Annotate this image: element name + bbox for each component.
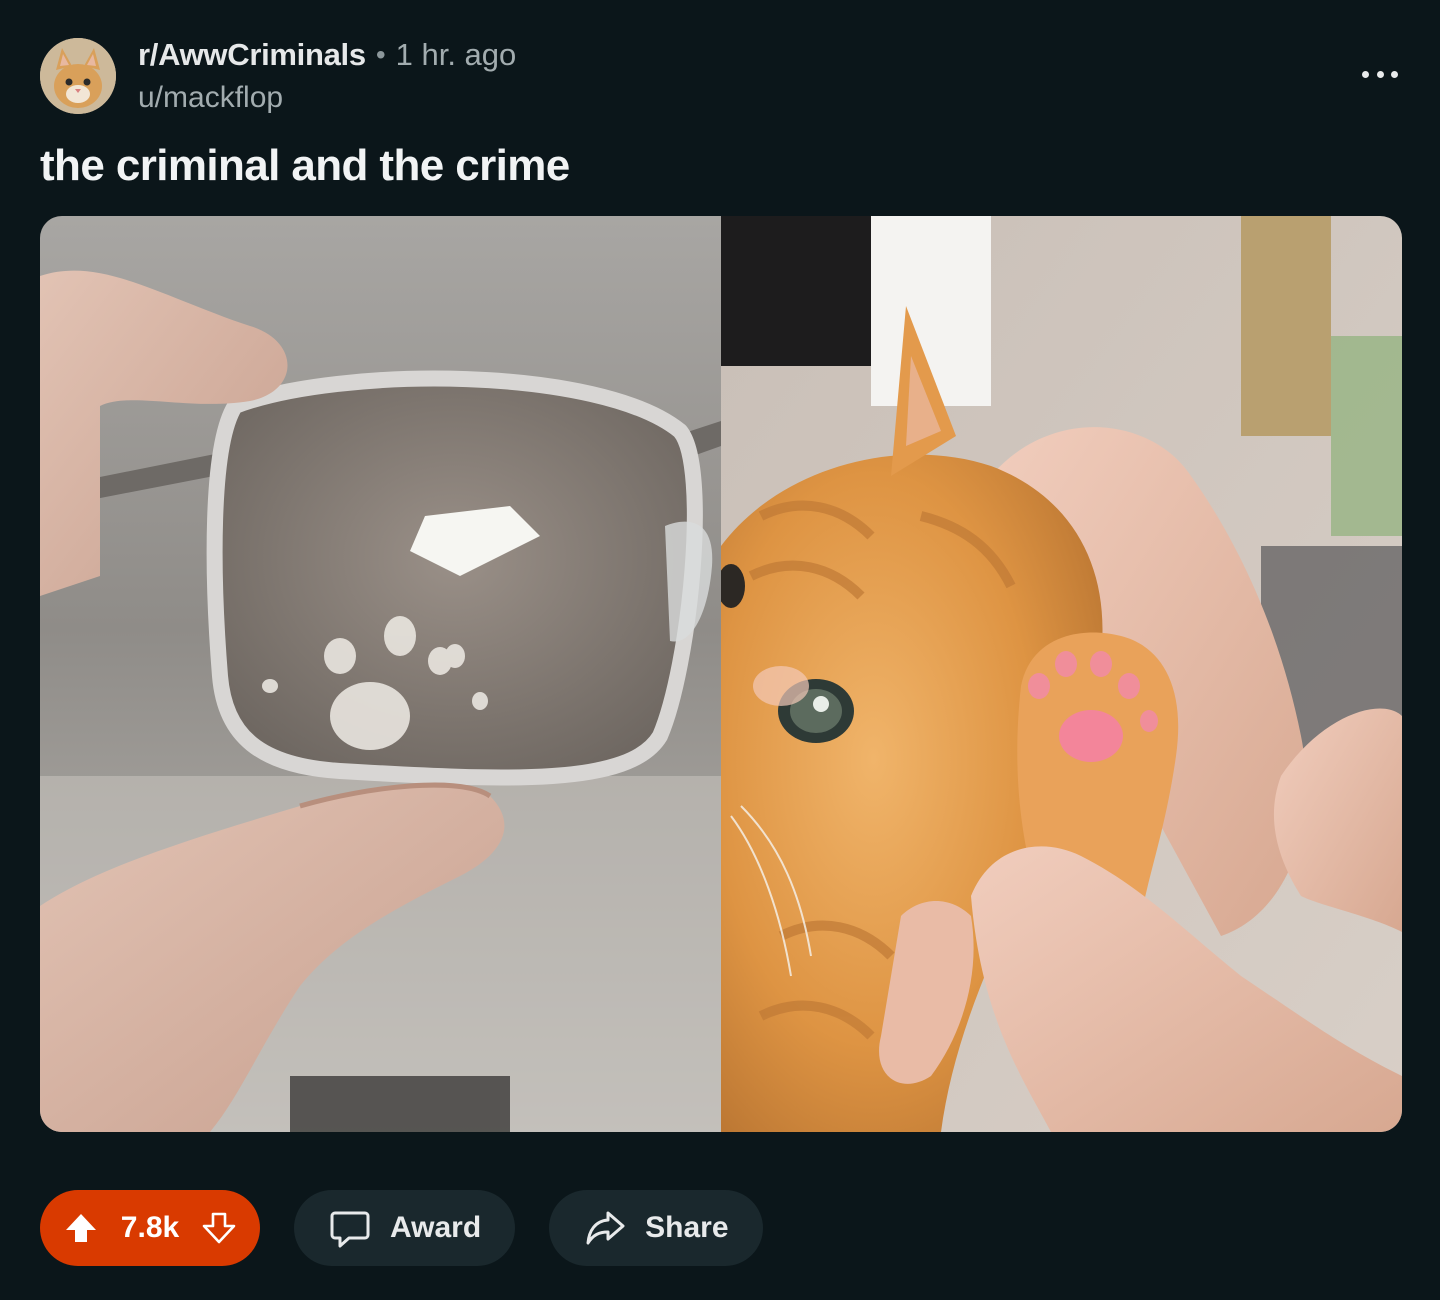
more-dot-icon [1362,70,1369,78]
glasses-with-paw-print-image [40,216,721,1132]
meta-separator: • [375,39,386,70]
post-gallery[interactable] [40,216,1402,1132]
post-card: r/AwwCriminals • 1 hr. ago u/mackflop th… [0,0,1440,1300]
post-meta: r/AwwCriminals • 1 hr. ago u/mackflop [138,37,516,115]
glasses-photo[interactable] [40,216,721,1132]
upvote-button[interactable] [62,1209,100,1247]
vote-control: 7.8k [40,1190,260,1266]
share-arrow-icon [583,1206,627,1250]
orange-kitten-paw-image [721,216,1402,1132]
post-meta-top: r/AwwCriminals • 1 hr. ago [138,37,516,73]
author-link[interactable]: u/mackflop [138,81,516,115]
post-actions: 7.8k Award Share [40,1190,763,1266]
post-header: r/AwwCriminals • 1 hr. ago u/mackflop [40,36,516,116]
share-button[interactable]: Share [549,1190,763,1266]
subreddit-avatar[interactable] [40,38,116,114]
post-time: 1 hr. ago [395,37,517,72]
post-title[interactable]: the criminal and the crime [40,138,570,194]
more-dot-icon [1376,70,1384,78]
award-button[interactable]: Award [294,1190,516,1266]
comment-bubble-icon [328,1206,372,1250]
kitten-avatar-icon [40,38,116,114]
more-dot-icon [1391,70,1398,78]
vote-count: 7.8k [120,1211,180,1244]
more-options-button[interactable] [1362,62,1398,86]
downvote-button[interactable] [200,1209,238,1247]
subreddit-link[interactable]: r/AwwCriminals [138,37,366,73]
kitten-photo[interactable] [721,216,1402,1132]
downvote-arrow-outline-icon [202,1212,236,1244]
award-label: Award [390,1211,482,1244]
upvote-arrow-filled-icon [66,1214,96,1242]
share-label: Share [645,1211,729,1244]
